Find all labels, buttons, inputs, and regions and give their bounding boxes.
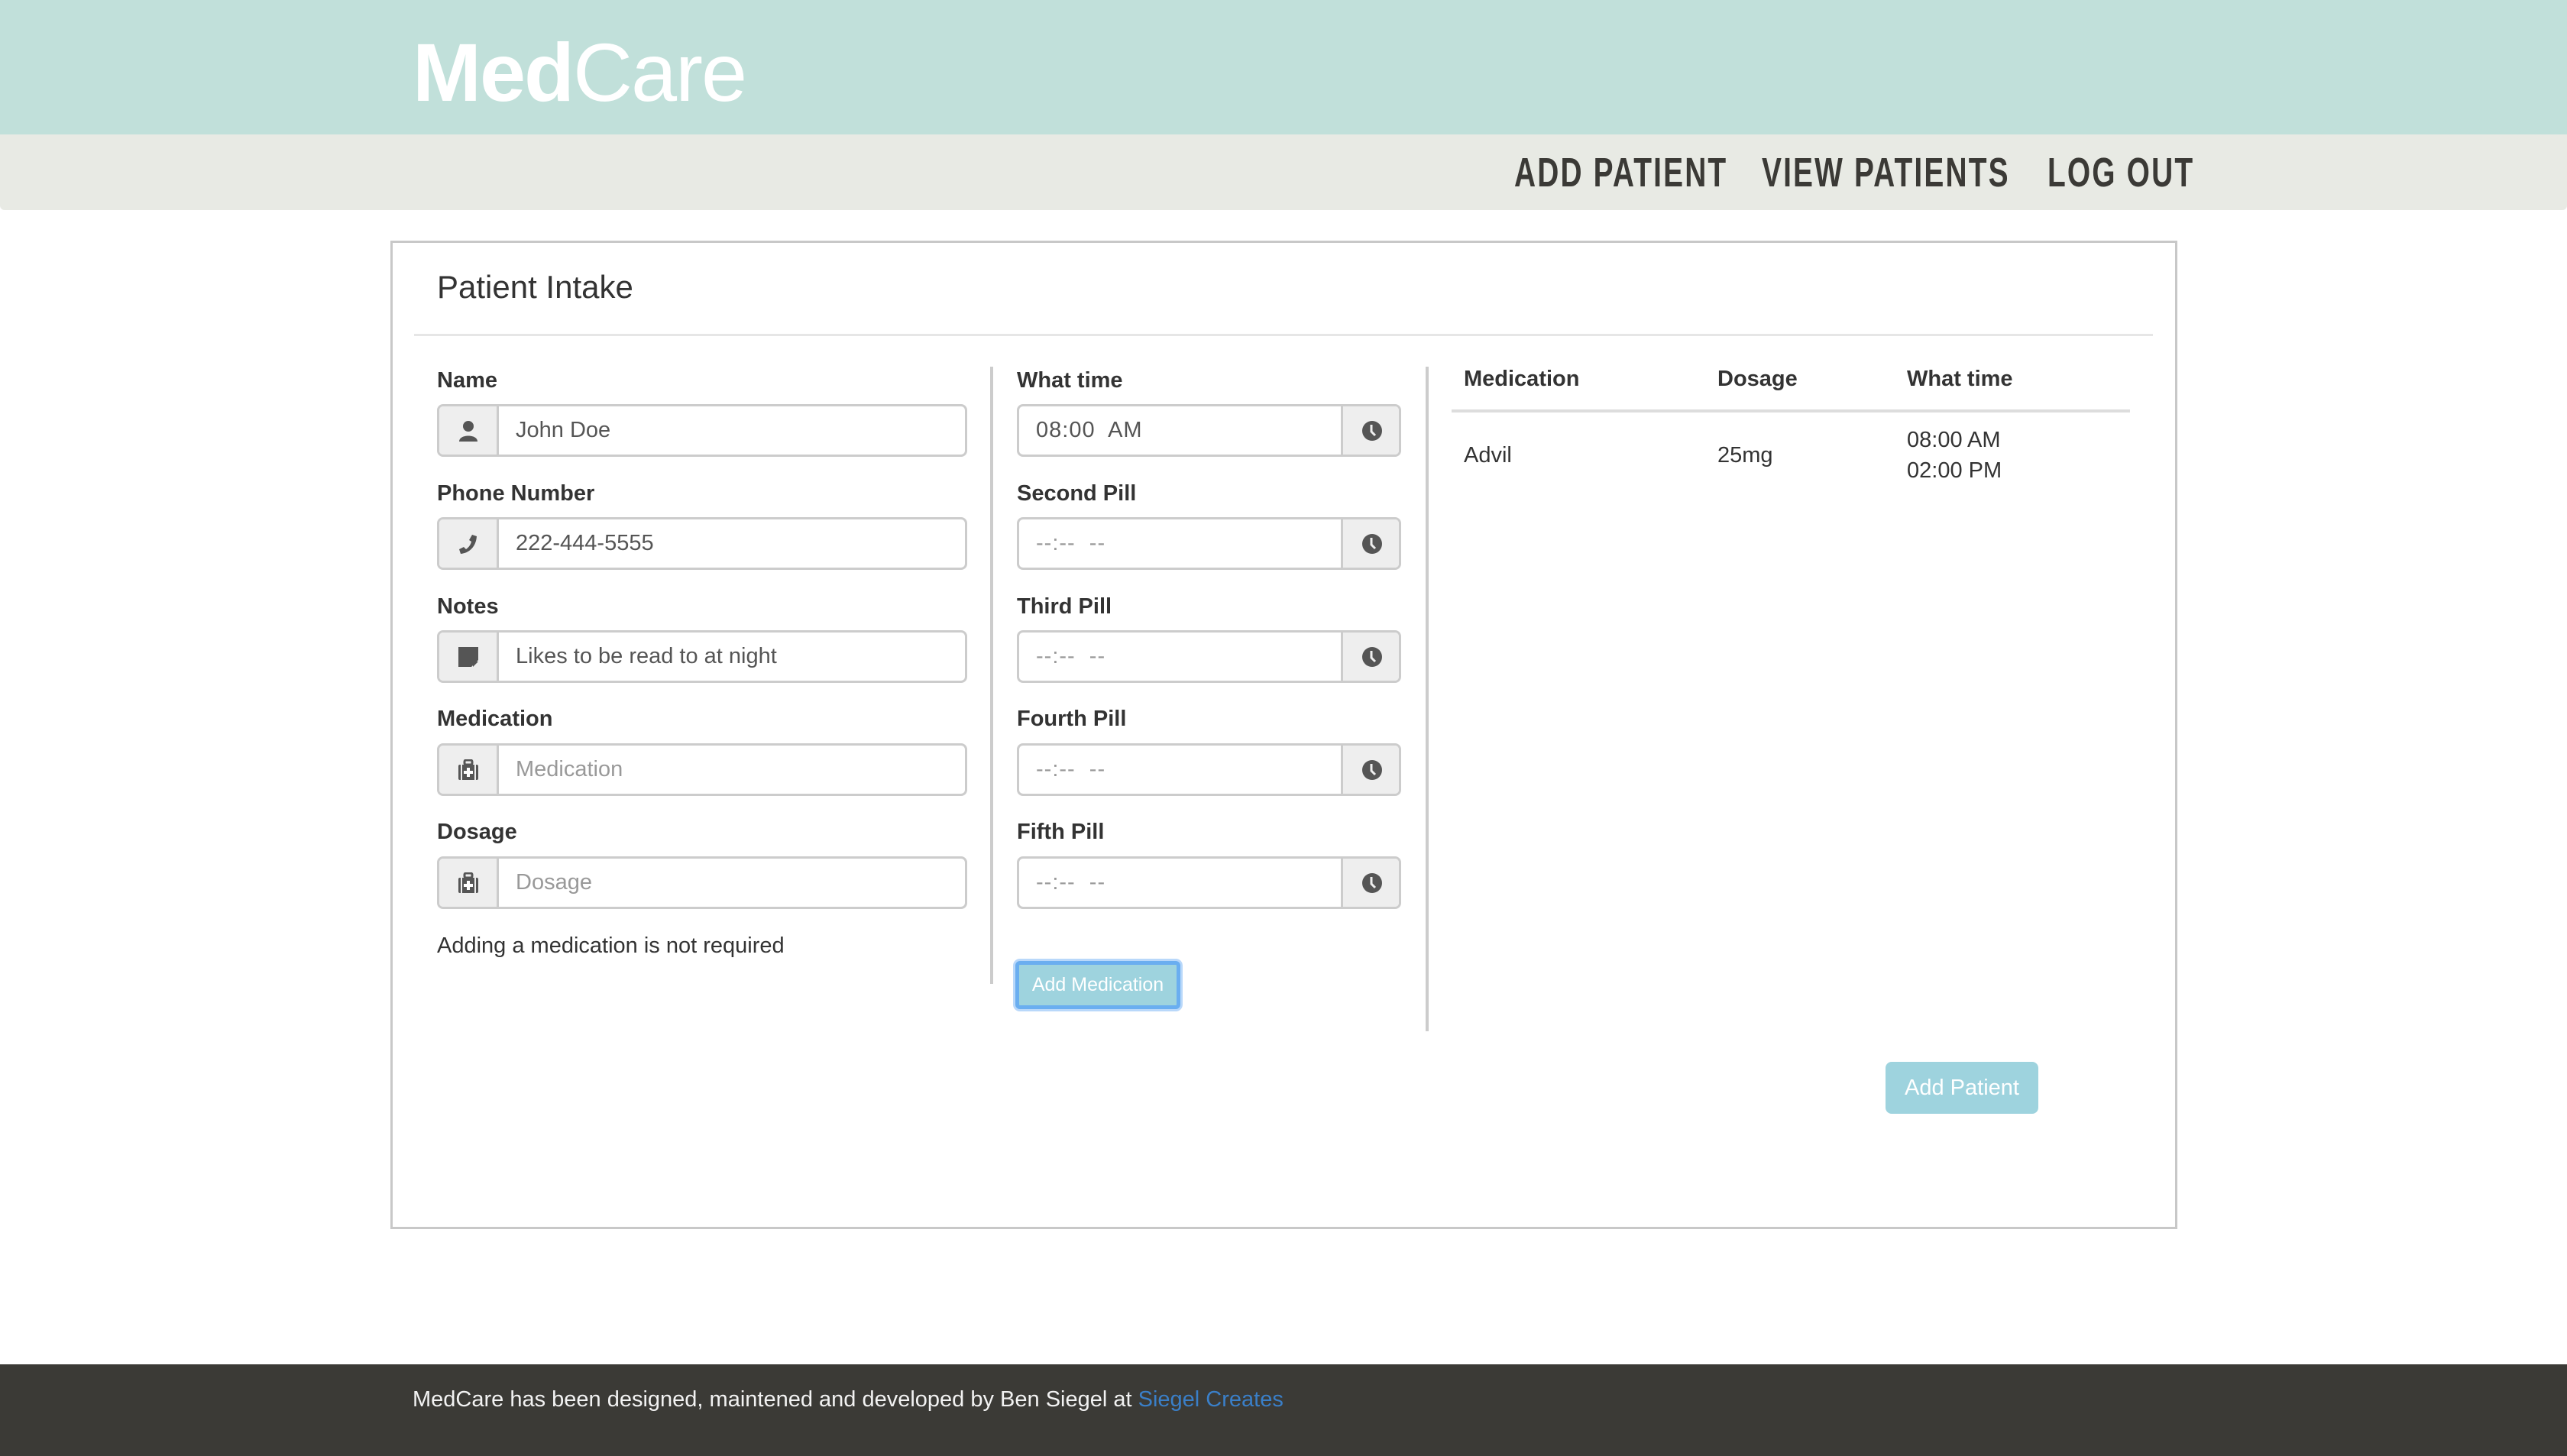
user-icon [439, 406, 499, 455]
add-medication-button[interactable]: Add Medication [1015, 961, 1180, 1009]
name-label: Name [437, 368, 497, 393]
time-1-input-group [1017, 404, 1401, 457]
clock-icon[interactable] [1341, 519, 1399, 568]
dosage-input[interactable] [499, 859, 965, 907]
phone-icon [439, 519, 499, 568]
time-4-input[interactable] [1019, 746, 1341, 794]
time-5-label: Fifth Pill [1017, 820, 1105, 844]
nav-view-patients[interactable]: VIEW PATIENTS [1762, 148, 2010, 197]
site-header: MedCare [0, 0, 2567, 134]
time-4-input-group [1017, 743, 1401, 796]
time-2-input-group [1017, 517, 1401, 570]
medkit-icon [439, 746, 499, 794]
time-1-label: What time [1017, 368, 1123, 393]
medication-input[interactable] [499, 746, 965, 794]
clock-icon[interactable] [1341, 859, 1399, 907]
table-header-dosage: Dosage [1717, 367, 1798, 391]
page-title: Patient Intake [437, 269, 633, 305]
time-5-input-group [1017, 856, 1401, 909]
dosage-input-group [437, 856, 967, 909]
clock-icon[interactable] [1341, 406, 1399, 455]
footer-credit: MedCare has been designed, maintened and… [413, 1387, 1138, 1412]
table-header-time: What time [1907, 367, 2013, 391]
title-divider [414, 334, 2153, 336]
dosage-label: Dosage [437, 820, 517, 844]
time-3-input[interactable] [1019, 633, 1341, 681]
row-time-1: 08:00 AM [1907, 428, 2001, 452]
time-4-label: Fourth Pill [1017, 707, 1127, 731]
medkit-icon [439, 859, 499, 907]
table-header-divider [1452, 409, 2130, 413]
footer-text: MedCare has been designed, maintened and… [413, 1387, 1284, 1412]
nav-log-out[interactable]: LOG OUT [2047, 148, 2194, 197]
notes-label: Notes [437, 594, 499, 619]
phone-input-group [437, 517, 967, 570]
clock-icon[interactable] [1341, 746, 1399, 794]
nav-add-patient[interactable]: ADD PATIENT [1514, 148, 1727, 197]
medication-optional-note: Adding a medication is not required [437, 933, 785, 958]
time-3-label: Third Pill [1017, 594, 1112, 619]
add-patient-button[interactable]: Add Patient [1886, 1062, 2038, 1114]
notes-input[interactable] [499, 633, 965, 681]
medication-input-group [437, 743, 967, 796]
time-2-label: Second Pill [1017, 481, 1137, 506]
phone-label: Phone Number [437, 481, 595, 506]
column-divider-left [990, 367, 993, 984]
clock-icon[interactable] [1341, 633, 1399, 681]
name-input-group [437, 404, 967, 457]
medication-label: Medication [437, 707, 553, 731]
logo[interactable]: MedCare [413, 23, 747, 122]
time-2-input[interactable] [1019, 519, 1341, 568]
navbar: ADD PATIENT VIEW PATIENTS LOG OUT [0, 134, 2567, 210]
table-header-medication: Medication [1464, 367, 1580, 391]
footer-link-siegel-creates[interactable]: Siegel Creates [1138, 1387, 1284, 1412]
notes-input-group [437, 630, 967, 683]
row-medication: Advil [1464, 443, 1512, 468]
sticky-note-icon [439, 633, 499, 681]
name-input[interactable] [499, 406, 965, 455]
row-time-2: 02:00 PM [1907, 458, 2002, 483]
time-5-input[interactable] [1019, 859, 1341, 907]
logo-med: Med [413, 26, 575, 118]
footer: MedCare has been designed, maintened and… [0, 1364, 2567, 1456]
time-3-input-group [1017, 630, 1401, 683]
column-divider-right [1426, 367, 1429, 1031]
logo-care: Care [573, 26, 747, 118]
row-dosage: 25mg [1717, 443, 1773, 468]
phone-input[interactable] [499, 519, 965, 568]
time-1-input[interactable] [1019, 406, 1341, 455]
